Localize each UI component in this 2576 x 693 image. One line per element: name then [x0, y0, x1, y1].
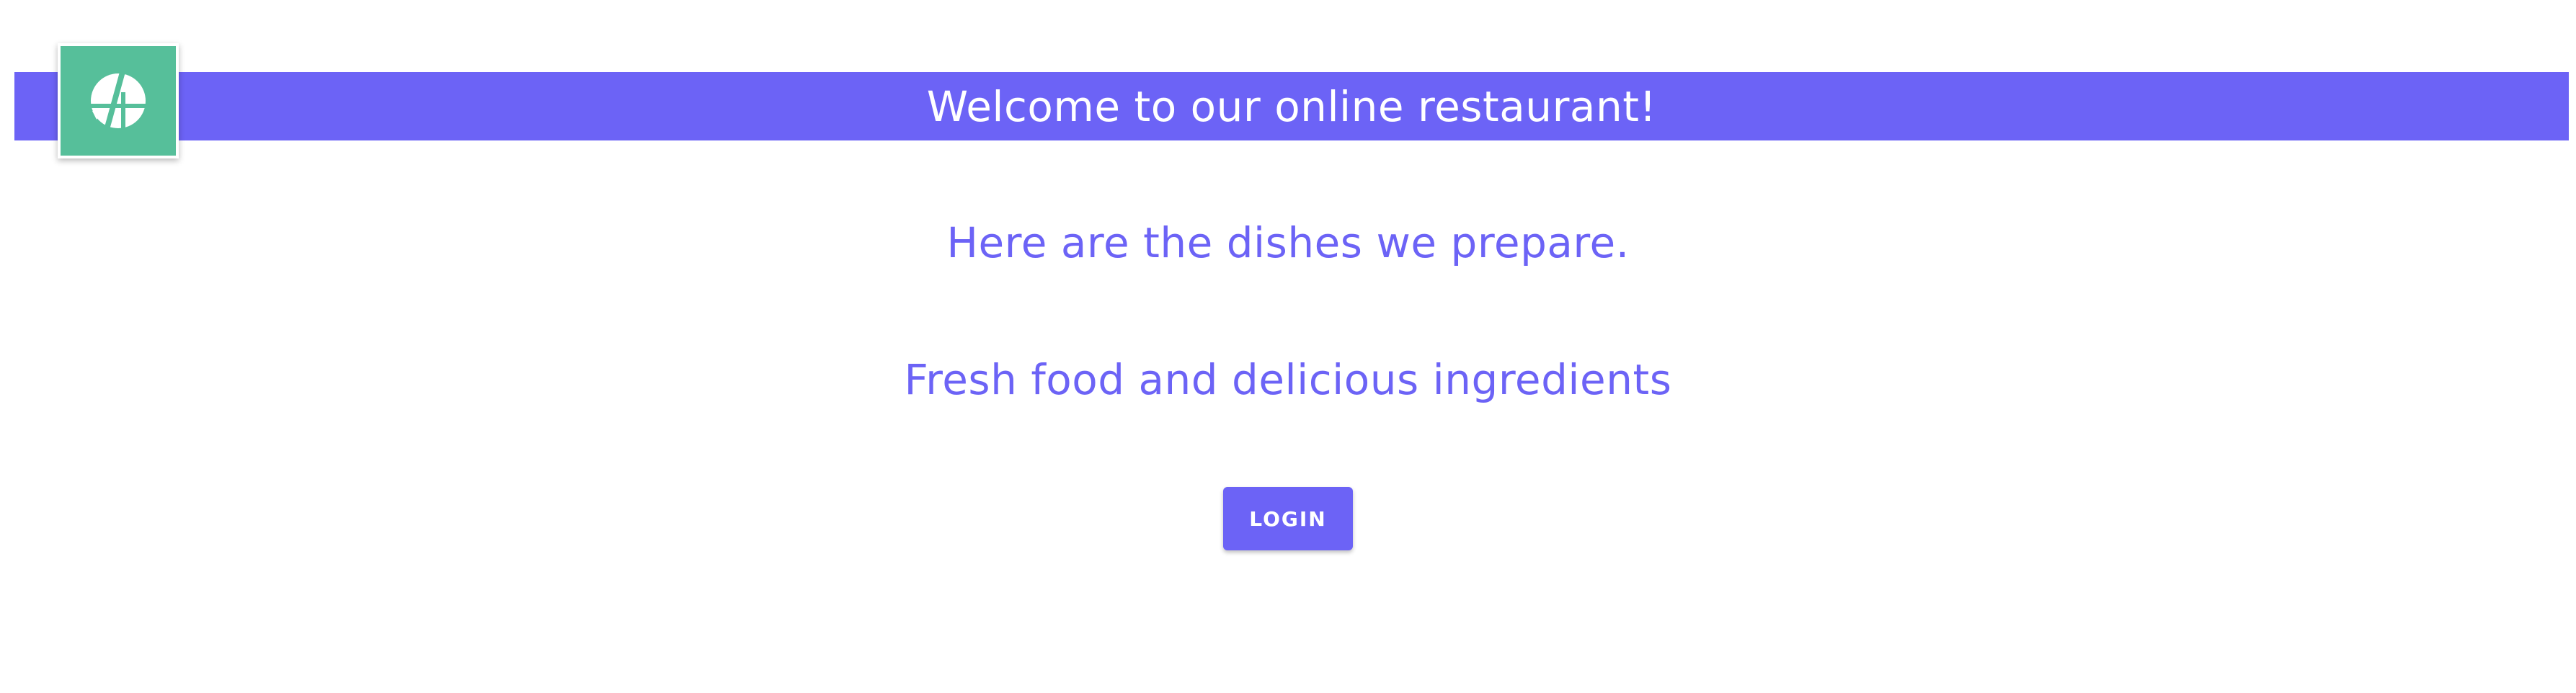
app-logo[interactable] [58, 43, 179, 158]
login-container: LOGIN [0, 487, 2576, 550]
page-title: Welcome to our online restaurant! [926, 81, 1657, 131]
dishes-heading: Here are the dishes we prepare. [946, 218, 1630, 267]
header-banner: Welcome to our online restaurant! [14, 72, 2569, 140]
tagline-text: Fresh food and delicious ingredients [904, 355, 1672, 404]
app-logo-icon [89, 72, 147, 131]
login-button[interactable]: LOGIN [1223, 487, 1353, 550]
page: Welcome to our online restaurant! Here a… [0, 0, 2576, 693]
